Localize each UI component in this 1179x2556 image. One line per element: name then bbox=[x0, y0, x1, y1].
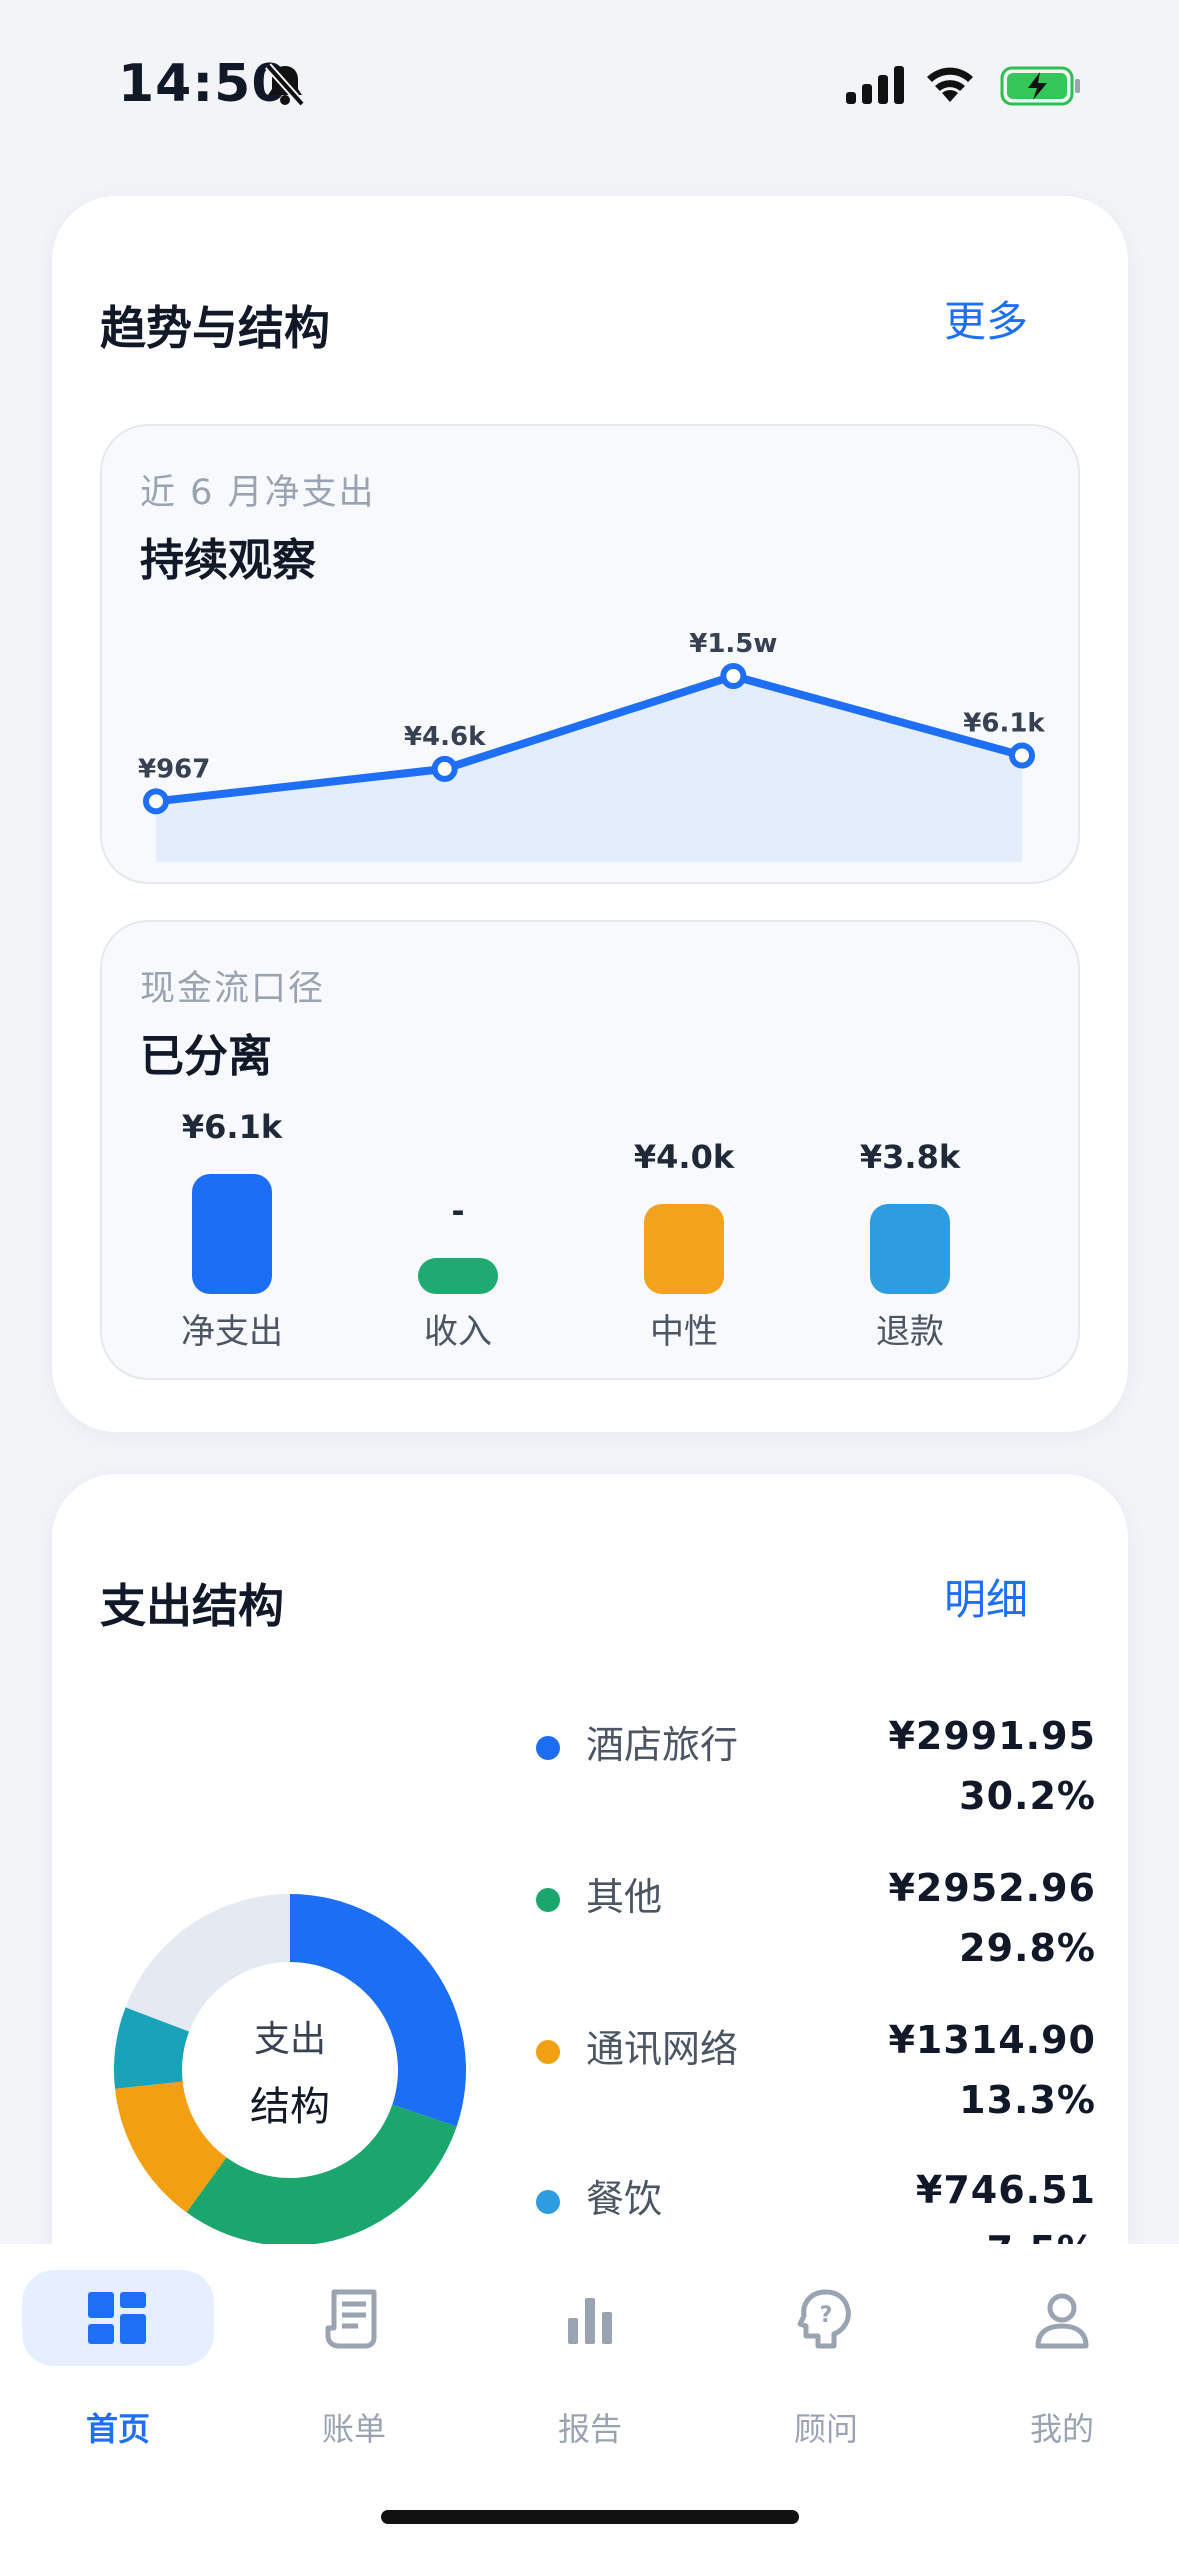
line-point-label: ¥6.1k bbox=[963, 709, 1045, 739]
home-indicator bbox=[381, 2510, 799, 2524]
tab-home-label: 首页 bbox=[85, 2410, 150, 2448]
bar bbox=[192, 1174, 272, 1294]
bar bbox=[870, 1204, 950, 1294]
legend-item[interactable]: 酒店旅行 ¥2991.95 30.2% bbox=[536, 1714, 1096, 1854]
svg-text:?: ? bbox=[820, 2303, 833, 2328]
donut-center-line1: 支出 bbox=[253, 2019, 326, 2060]
bar-value-label: ¥3.8k bbox=[859, 1138, 961, 1176]
tab-profile-label: 我的 bbox=[1029, 2410, 1094, 2448]
legend-amount: ¥746.51 bbox=[915, 2168, 1096, 2212]
bar bbox=[418, 1258, 498, 1294]
legend-category: 其他 bbox=[586, 1875, 663, 1919]
legend-dot bbox=[536, 1888, 560, 1912]
legend-percent: 13.3% bbox=[959, 2078, 1096, 2122]
tab-home[interactable]: 首页 bbox=[22, 2270, 214, 2448]
legend-amount: ¥2952.96 bbox=[888, 1866, 1096, 1910]
bar-column: ¥6.1k 净支出 bbox=[152, 922, 312, 1352]
line-point bbox=[431, 755, 458, 782]
detail-link[interactable]: 明细 bbox=[944, 1566, 1028, 1627]
card-title-trend: 趋势与结构 bbox=[100, 301, 330, 355]
legend-dot bbox=[536, 2190, 560, 2214]
receipt-icon bbox=[325, 2289, 377, 2349]
legend-amount: ¥2991.95 bbox=[888, 1714, 1096, 1758]
donut-center-line2: 结构 bbox=[250, 2084, 330, 2130]
user-icon bbox=[1035, 2293, 1089, 2349]
more-link[interactable]: 更多 bbox=[944, 288, 1028, 349]
bar-column: ¥3.8k 退款 bbox=[830, 922, 990, 1352]
bar-value-label: ¥4.0k bbox=[633, 1138, 735, 1176]
bar-category-label: 中性 bbox=[650, 1312, 718, 1352]
bar-column: - 收入 bbox=[378, 922, 538, 1352]
legend-item[interactable]: 其他 ¥2952.96 29.8% bbox=[536, 1866, 1096, 2006]
line-point bbox=[720, 663, 747, 689]
legend-dot bbox=[536, 1736, 560, 1760]
bar-value-label: ¥6.1k bbox=[181, 1108, 283, 1146]
tab-reports-label: 报告 bbox=[557, 2410, 622, 2448]
cashflow-panel: 现金流口径 已分离 ¥6.1k 净支出 - 收入 ¥4.0k 中性 ¥3.8k 退款 bbox=[100, 920, 1080, 1380]
net-spend-panel: 近 6 月净支出 持续观察 ¥967 ¥4.6k ¥1.5w ¥6.1k bbox=[100, 424, 1080, 884]
card-title-structure: 支出结构 bbox=[100, 1579, 284, 1633]
spending-donut-chart bbox=[114, 1894, 466, 2246]
line-area-fill bbox=[156, 676, 1022, 862]
trend-structure-card: 趋势与结构 更多 近 6 月净支出 持续观察 ¥967 ¥4.6k ¥1.5w ¥6.… bbox=[52, 196, 1128, 1432]
line-point-label: ¥4.6k bbox=[404, 722, 486, 752]
legend-category: 餐饮 bbox=[586, 2177, 663, 2221]
bar-category-label: 收入 bbox=[424, 1312, 492, 1352]
line-point-label: ¥967 bbox=[138, 754, 210, 784]
bar bbox=[644, 1204, 724, 1294]
tab-advisor-label: 顾问 bbox=[793, 2410, 858, 2448]
tab-reports[interactable]: 报告 bbox=[494, 2270, 686, 2448]
tab-profile[interactable]: 我的 bbox=[966, 2270, 1158, 2448]
legend-percent: 30.2% bbox=[959, 1774, 1096, 1818]
status-time: 14:50 bbox=[118, 54, 289, 114]
advisor-icon: ? bbox=[797, 2289, 851, 2349]
line-point-label: ¥1.5w bbox=[689, 629, 777, 659]
bar-column: ¥4.0k 中性 bbox=[604, 922, 764, 1352]
legend-category: 通讯网络 bbox=[586, 2027, 739, 2071]
dashboard-icon bbox=[88, 2292, 146, 2344]
tab-advisor[interactable]: ? 顾问 bbox=[730, 2270, 922, 2448]
legend-dot bbox=[536, 2040, 560, 2064]
tab-bills[interactable]: 账单 bbox=[258, 2270, 450, 2448]
signal-icon bbox=[846, 66, 904, 104]
status-bar: 14:50 bbox=[0, 0, 1179, 170]
tab-bills-label: 账单 bbox=[321, 2410, 386, 2448]
legend-amount: ¥1314.90 bbox=[888, 2018, 1096, 2062]
bar-chart-icon bbox=[568, 2298, 612, 2344]
bar-category-label: 退款 bbox=[876, 1312, 944, 1352]
legend-percent: 29.8% bbox=[959, 1926, 1096, 1970]
bar-value-label: - bbox=[451, 1192, 465, 1230]
bell-off-icon bbox=[265, 63, 305, 107]
legend-category: 酒店旅行 bbox=[586, 1723, 739, 1767]
line-point bbox=[143, 788, 169, 815]
legend-item[interactable]: 通讯网络 ¥1314.90 13.3% bbox=[536, 2018, 1096, 2158]
bar-category-label: 净支出 bbox=[181, 1312, 283, 1352]
net-spend-line-chart: ¥967 ¥4.6k ¥1.5w ¥6.1k bbox=[138, 629, 1045, 862]
wifi-icon bbox=[927, 67, 973, 102]
line-point bbox=[1009, 742, 1035, 769]
battery-charging-icon bbox=[1000, 66, 1080, 106]
